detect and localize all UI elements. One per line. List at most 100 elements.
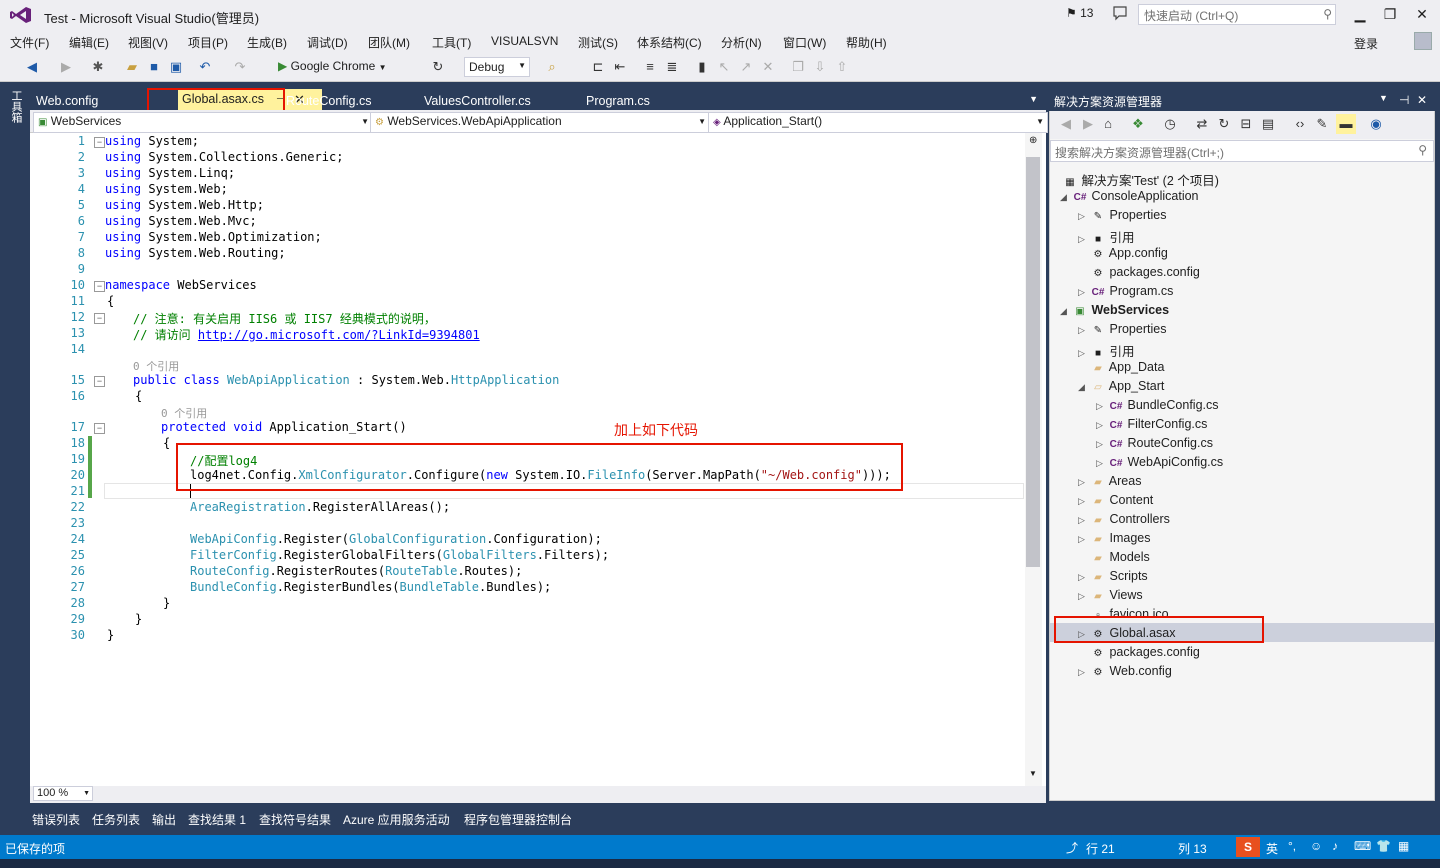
scrollbar-thumb[interactable]	[1026, 157, 1040, 567]
menu-edit[interactable]: 编辑(E)	[69, 34, 109, 51]
menu-view[interactable]: 视图(V)	[128, 34, 168, 51]
collapse-icon[interactable]: −	[94, 423, 105, 434]
tree-item-solution[interactable]: ▦ 解决方案'Test' (2 个项目)	[1062, 170, 1219, 189]
tab-find-symbol-results[interactable]: 查找符号结果	[259, 811, 331, 828]
refresh-icon[interactable]: ↻	[430, 59, 446, 75]
skin-icon[interactable]: 👕	[1376, 839, 1391, 853]
reference-count[interactable]: 0 个引用	[161, 405, 207, 421]
new-project-icon[interactable]: ✱	[90, 59, 106, 75]
expanded-arrow-icon[interactable]: ◢	[1060, 192, 1072, 203]
zoom-select[interactable]: 100 % ▼	[33, 786, 93, 801]
type-combo[interactable]: ⚙ WebServices.WebApiApplication ▼	[370, 112, 710, 133]
publish-icon[interactable]: ⤴	[1066, 839, 1078, 856]
home-icon[interactable]: ⌂	[1100, 116, 1116, 132]
tab-task-list[interactable]: 任务列表	[92, 811, 140, 828]
tab-package-manager-console[interactable]: 程序包管理器控制台	[464, 811, 572, 828]
collapse-icon[interactable]: −	[94, 376, 105, 387]
collapsed-arrow-icon[interactable]: ▷	[1096, 458, 1108, 469]
history-icon[interactable]: ◷	[1162, 116, 1178, 132]
tree-item-controllers[interactable]: ▷ ▰ Controllers	[1078, 512, 1170, 526]
notifications-button[interactable]: ⚑ 13	[1066, 6, 1093, 20]
split-icon[interactable]: ⊕	[1029, 135, 1037, 146]
collapsed-arrow-icon[interactable]: ▷	[1096, 439, 1108, 450]
reference-count[interactable]: 0 个引用	[133, 358, 179, 374]
undo-icon[interactable]: ↶	[197, 59, 213, 75]
tree-item-references[interactable]: ▷ ■ 引用	[1078, 341, 1135, 360]
preview-icon[interactable]: ▬	[1336, 114, 1356, 134]
collapsed-arrow-icon[interactable]: ▷	[1078, 325, 1090, 336]
collapsed-arrow-icon[interactable]: ▷	[1078, 591, 1090, 602]
ime-punctuation-icon[interactable]: °,	[1288, 839, 1296, 853]
menu-team[interactable]: 团队(M)	[368, 34, 410, 51]
collapsed-arrow-icon[interactable]: ▷	[1078, 534, 1090, 545]
menu-window[interactable]: 窗口(W)	[783, 34, 826, 51]
outdent-icon[interactable]: ⇤	[612, 59, 628, 75]
tree-item-webservices[interactable]: ◢ ▣ WebServices	[1060, 303, 1169, 317]
tree-item-images[interactable]: ▷ ▰ Images	[1078, 531, 1150, 545]
tab-list-dropdown-icon[interactable]: ▼	[1029, 94, 1038, 104]
tab-azure-activity[interactable]: Azure 应用服务活动	[343, 811, 450, 828]
move-down-icon[interactable]: ⇩	[812, 59, 828, 75]
emoji-icon[interactable]: ☺	[1310, 839, 1322, 853]
quick-launch-input[interactable]: 快速启动 (Ctrl+Q) ⚲	[1138, 4, 1336, 25]
collapsed-arrow-icon[interactable]: ▷	[1078, 515, 1090, 526]
solution-configuration-select[interactable]: Debug ▼	[464, 57, 530, 77]
maximize-button[interactable]: ❐	[1376, 4, 1404, 24]
tree-item-references[interactable]: ▷ ■ 引用	[1078, 227, 1135, 246]
web-icon[interactable]: ◉	[1368, 116, 1384, 132]
collapse-icon[interactable]: −	[94, 281, 105, 292]
tree-item-properties[interactable]: ▷ ✎ Properties	[1078, 322, 1166, 336]
collapse-icon[interactable]: −	[94, 137, 105, 148]
collapsed-arrow-icon[interactable]: ▷	[1078, 287, 1090, 298]
tree-item-web-config[interactable]: ▷ ⚙ Web.config	[1078, 664, 1172, 678]
uncomment-icon[interactable]: ≣	[664, 59, 680, 75]
comment-icon[interactable]: ≡	[642, 59, 658, 75]
comment-link[interactable]: http://go.microsoft.com/?LinkId=9394801	[198, 328, 480, 342]
clear-bookmarks-icon[interactable]: ✕	[760, 59, 776, 75]
collapsed-arrow-icon[interactable]: ▷	[1078, 667, 1090, 678]
forward-icon[interactable]: ▶	[1080, 116, 1096, 132]
start-debugging-button[interactable]: ▶ Google Chrome ▼	[278, 59, 387, 73]
toolbox-tab[interactable]: 工具箱	[8, 90, 24, 123]
next-bookmark-icon[interactable]: ↗	[738, 59, 754, 75]
voice-icon[interactable]: ♪	[1332, 839, 1338, 853]
pending-changes-icon[interactable]: ❖	[1130, 116, 1146, 132]
redo-icon[interactable]: ↷	[232, 59, 248, 75]
menu-file[interactable]: 文件(F)	[10, 34, 49, 51]
move-up-icon[interactable]: ⇧	[834, 59, 850, 75]
copy-icon[interactable]: ❐	[790, 59, 806, 75]
tree-item-webapi-config[interactable]: ▷ C# WebApiConfig.cs	[1096, 455, 1223, 469]
avatar[interactable]	[1414, 32, 1432, 50]
editor-vertical-scrollbar[interactable]: ⊕ ▼	[1025, 133, 1042, 788]
close-button[interactable]: ✕	[1408, 4, 1436, 24]
pin-icon[interactable]: ⊣	[1399, 93, 1409, 107]
tab-web-config[interactable]: Web.config	[30, 92, 104, 110]
properties-icon[interactable]: ✎	[1314, 116, 1330, 132]
editor-horizontal-scrollbar[interactable]	[30, 786, 1046, 803]
tree-item-views[interactable]: ▷ ▰ Views	[1078, 588, 1143, 602]
feedback-icon[interactable]	[1112, 5, 1128, 21]
tree-item-route-config[interactable]: ▷ C# RouteConfig.cs	[1096, 436, 1213, 450]
menu-visualsvn[interactable]: VISUALSVN	[491, 34, 558, 48]
tree-item-content[interactable]: ▷ ▰ Content	[1078, 493, 1153, 507]
save-all-icon[interactable]: ▣	[168, 59, 184, 75]
expanded-arrow-icon[interactable]: ◢	[1060, 306, 1072, 317]
menu-tools[interactable]: 工具(T)	[432, 34, 471, 51]
menu-test[interactable]: 测试(S)	[578, 34, 618, 51]
tree-item-scripts[interactable]: ▷ ▰ Scripts	[1078, 569, 1148, 583]
input-method-icon[interactable]: S	[1236, 837, 1260, 857]
scroll-down-icon[interactable]: ▼	[1029, 769, 1037, 778]
open-file-icon[interactable]: ▰	[124, 59, 140, 75]
collapse-all-icon[interactable]: ⊟	[1238, 116, 1254, 132]
collapsed-arrow-icon[interactable]: ▷	[1096, 420, 1108, 431]
menu-help[interactable]: 帮助(H)	[846, 34, 887, 51]
tab-route-config-cs[interactable]: RouteConfig.cs	[280, 92, 377, 110]
minimize-button[interactable]: ▁	[1346, 4, 1374, 24]
sync-icon[interactable]: ⇄	[1194, 116, 1210, 132]
collapse-icon[interactable]: −	[94, 313, 105, 324]
menu-analyze[interactable]: 分析(N)	[721, 34, 762, 51]
tree-item-app-config[interactable]: ⚙ App.config	[1090, 246, 1168, 260]
chevron-down-icon[interactable]: ▼	[1379, 93, 1388, 103]
back-icon[interactable]: ◀	[1058, 116, 1074, 132]
tree-item-properties[interactable]: ▷ ✎ Properties	[1078, 208, 1166, 222]
